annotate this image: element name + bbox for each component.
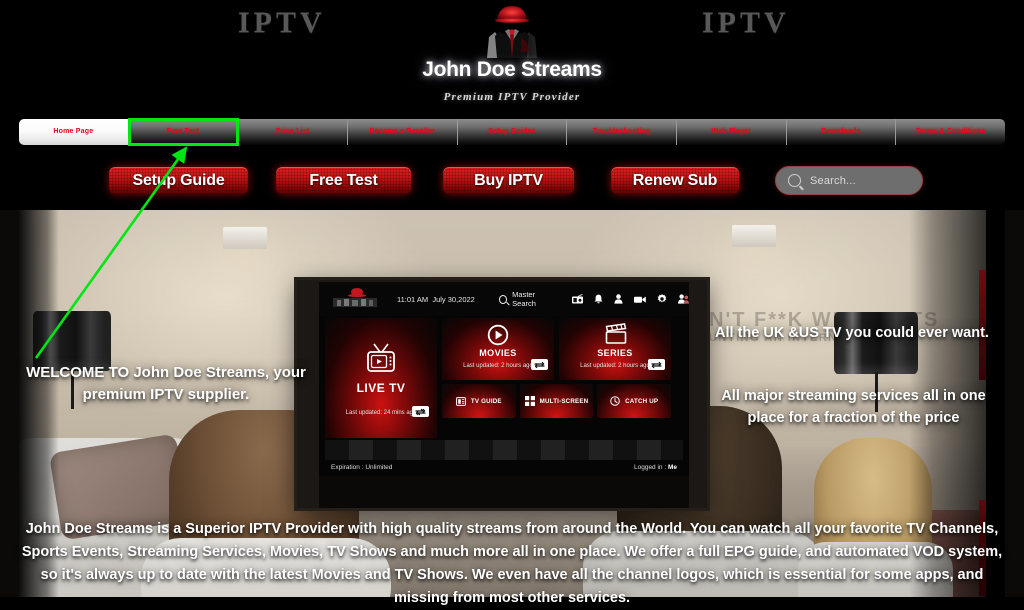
setup-guide-button[interactable]: Setup Guide: [109, 167, 248, 194]
catch-up-button[interactable]: CATCH UP: [597, 384, 672, 418]
app-master-search[interactable]: Master Search: [498, 290, 556, 308]
tile-label: LIVE TV: [356, 381, 406, 395]
app-icon-row: [572, 294, 689, 304]
wall-sconce-right: [732, 225, 776, 247]
tile-label: MOVIES: [479, 348, 517, 358]
hero-description-paragraph: John Doe Streams is a Superior IPTV Prov…: [21, 521, 1003, 606]
gear-icon[interactable]: [657, 294, 667, 304]
multi-user-icon[interactable]: [678, 294, 689, 304]
brand-title: John Doe Streams: [422, 58, 602, 81]
main-navigation: Home Page Free Test Price List Become a …: [19, 118, 1006, 146]
tile-series[interactable]: SERIES Last updated: 2 hours ago: [559, 318, 671, 380]
iptv-app-screen: 11:01 AM July 30,2022 Master Search LIVE…: [319, 282, 689, 476]
nav-item-free-test[interactable]: Free Test: [127, 118, 240, 146]
refresh-icon[interactable]: [648, 359, 665, 370]
nav-label: Terms & Conditions: [915, 128, 986, 136]
buy-iptv-button[interactable]: Buy IPTV: [443, 167, 574, 194]
nav-item-terms-and-conditions[interactable]: Terms & Conditions: [896, 119, 1006, 145]
video-camera-icon[interactable]: [634, 295, 646, 304]
user-icon[interactable]: [614, 294, 623, 304]
expiration-status: Expiration : Unlimited: [331, 463, 393, 471]
wall-sconce-left: [223, 227, 267, 249]
logged-in-user: Me: [667, 463, 677, 471]
nav-item-troubleshooting[interactable]: Troubleshooting: [567, 119, 678, 145]
tile-label: SERIES: [597, 348, 633, 358]
hero-streaming-services-text: All major streaming services all in one …: [721, 388, 986, 426]
bell-icon[interactable]: [594, 294, 603, 304]
logged-in-status: Logged in : Me: [634, 464, 677, 471]
nav-label: Downloads: [821, 128, 861, 136]
nav-item-become-a-reseller[interactable]: Become a Reseller: [348, 119, 458, 145]
nav-item-web-player[interactable]: Web Player: [677, 119, 787, 145]
grid-icon: [524, 396, 535, 406]
multi-screen-button[interactable]: MULTI-SCREEN: [519, 384, 594, 418]
nav-label: Setup Guides: [488, 128, 536, 136]
site-logo[interactable]: John Doe Streams Premium IPTV Provider: [0, 2, 1024, 103]
tile-live-tv[interactable]: LIVE TV Last updated: 24 mins ago: [325, 318, 437, 438]
play-circle-icon: [487, 324, 509, 346]
nav-item-home-page[interactable]: Home Page: [19, 119, 129, 145]
clapperboard-icon: [605, 323, 627, 344]
app-date-value: July 30,2022: [432, 294, 475, 304]
guide-icon: [456, 396, 466, 406]
nav-item-setup-guides[interactable]: Setup Guides: [457, 119, 568, 145]
nav-label: Price List: [275, 128, 310, 136]
nav-label: Become a Reseller: [369, 128, 436, 136]
button-label: CATCH UP: [625, 397, 659, 405]
nav-item-price-list[interactable]: Price List: [238, 119, 349, 145]
app-top-bar: 11:01 AM July 30,2022 Master Search: [319, 282, 689, 316]
logged-in-label: Logged in :: [633, 463, 668, 471]
search-placeholder: Search...: [810, 174, 856, 187]
free-test-button[interactable]: Free Test: [276, 167, 411, 194]
brand-tagline: Premium IPTV Provider: [443, 91, 581, 103]
hero-uk-us-text: All the UK &US TV you could ever want.: [715, 325, 989, 341]
site-header: IPTV IPTV John Doe Streams Premium IPTV …: [0, 0, 1024, 118]
nav-label: Free Test: [166, 128, 200, 136]
app-checker-floor: [325, 440, 683, 460]
master-search-label: Master Search: [512, 290, 536, 308]
nav-label: Web Player: [711, 128, 752, 136]
tv-stand: [319, 476, 689, 508]
man-in-bowler-hat-logo-icon: [487, 6, 537, 58]
tv-guide-button[interactable]: TV GUIDE: [442, 384, 516, 418]
nav-label: Home Page: [53, 128, 94, 136]
tv-mockup: 11:01 AM July 30,2022 Master Search LIVE…: [297, 280, 707, 508]
search-icon: [498, 294, 508, 304]
hero-welcome-text: WELCOME TO John Doe Streams, your premiu…: [26, 364, 306, 403]
app-tile-grid: LIVE TV Last updated: 24 mins ago MOVIES…: [325, 318, 683, 438]
search-input[interactable]: Search...: [775, 166, 923, 195]
nav-item-downloads[interactable]: Downloads: [786, 119, 897, 145]
renew-sub-button[interactable]: Renew Sub: [611, 167, 739, 194]
app-time-value: 11:01 AM: [397, 294, 429, 304]
nav-label: Troubleshooting: [592, 128, 651, 136]
refresh-icon[interactable]: [412, 406, 429, 417]
clock-icon: [610, 396, 620, 406]
app-clock: 11:01 AM July 30,2022: [397, 295, 475, 304]
radio-icon[interactable]: [572, 294, 583, 304]
tile-movies[interactable]: MOVIES Last updated: 2 hours ago: [442, 318, 554, 380]
refresh-icon[interactable]: [531, 359, 548, 370]
app-status-bar: Expiration : Unlimited Logged in : Me: [325, 460, 683, 474]
app-secondary-buttons: TV GUIDE MULTI-SCREEN CATCH UP: [442, 384, 672, 418]
search-icon: [788, 174, 801, 187]
app-logo-icon: [327, 287, 385, 311]
tv-icon: [367, 343, 395, 372]
button-label: MULTI-SCREEN: [539, 397, 589, 405]
button-label: TV GUIDE: [470, 397, 502, 405]
